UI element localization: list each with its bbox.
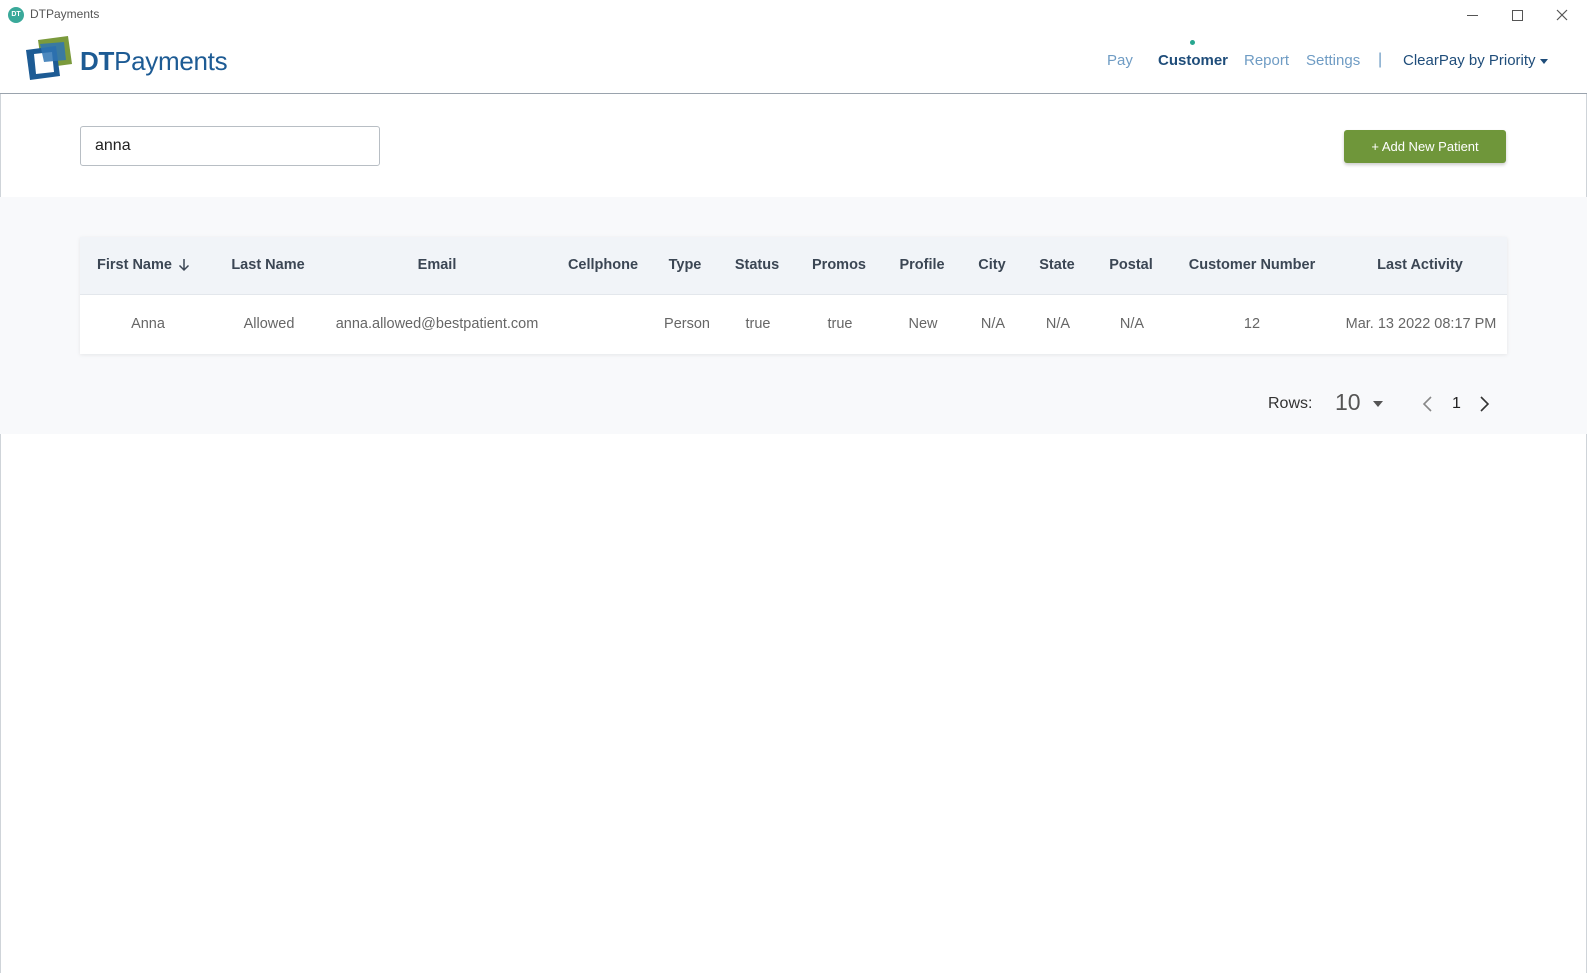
app-header: DTPayments Pay Customer Report Settings … bbox=[0, 30, 1587, 94]
close-icon bbox=[1556, 9, 1568, 21]
cell-promos: true bbox=[827, 316, 853, 332]
window-titlebar: DT DTPayments bbox=[0, 0, 1587, 30]
nav-customer[interactable]: Customer bbox=[1158, 52, 1228, 69]
nav-report[interactable]: Report bbox=[1244, 52, 1289, 69]
current-page-number[interactable]: 1 bbox=[1452, 395, 1461, 413]
cell-profile: New bbox=[908, 316, 938, 332]
column-header-profile[interactable]: Profile bbox=[899, 257, 944, 273]
column-header-status[interactable]: Status bbox=[735, 257, 779, 273]
column-header-first-name[interactable]: First Name bbox=[97, 257, 190, 273]
cell-first-name: Anna bbox=[131, 316, 165, 332]
logo-mark-icon bbox=[26, 36, 72, 80]
column-header-label: First Name bbox=[97, 257, 172, 273]
cell-last-activity: Mar. 13 2022 08:17 PM bbox=[1345, 316, 1497, 332]
rows-per-page-label: Rows: bbox=[1268, 395, 1313, 412]
cell-status: true bbox=[745, 316, 771, 332]
search-input[interactable] bbox=[80, 126, 380, 166]
minimize-icon bbox=[1466, 14, 1478, 16]
chevron-right-icon[interactable] bbox=[1476, 394, 1492, 414]
close-button[interactable] bbox=[1548, 4, 1576, 26]
column-header-promos[interactable]: Promos bbox=[812, 257, 866, 273]
cell-email: anna.allowed@bestpatient.com bbox=[335, 316, 539, 332]
column-header-last-name[interactable]: Last Name bbox=[231, 257, 304, 273]
logo-text: DTPayments bbox=[80, 46, 228, 77]
column-header-postal[interactable]: Postal bbox=[1109, 257, 1153, 273]
window-title: DTPayments bbox=[30, 7, 100, 21]
add-new-patient-button[interactable]: + Add New Patient bbox=[1344, 130, 1506, 163]
column-header-email[interactable]: Email bbox=[418, 257, 457, 273]
logo-text-bold: DT bbox=[80, 46, 115, 76]
sort-arrow-down-icon[interactable] bbox=[178, 258, 190, 272]
column-header-state[interactable]: State bbox=[1039, 257, 1074, 273]
minimize-button[interactable] bbox=[1458, 4, 1486, 26]
cell-postal: N/A bbox=[1119, 316, 1145, 332]
maximize-button[interactable] bbox=[1503, 4, 1531, 26]
cell-city: N/A bbox=[980, 316, 1006, 332]
app-icon: DT bbox=[8, 7, 24, 23]
column-header-cellphone[interactable]: Cellphone bbox=[568, 257, 638, 273]
column-header-city[interactable]: City bbox=[978, 257, 1005, 273]
maximize-icon bbox=[1511, 9, 1523, 21]
caret-down-icon[interactable] bbox=[1373, 401, 1383, 407]
dtpayments-logo[interactable]: DTPayments bbox=[24, 36, 244, 82]
caret-down-icon[interactable] bbox=[1540, 59, 1548, 64]
window-border-left bbox=[0, 0, 1, 973]
merchant-selector[interactable]: ClearPay by Priority bbox=[1403, 52, 1536, 69]
chevron-left-icon[interactable] bbox=[1420, 394, 1436, 414]
column-header-last-activity[interactable]: Last Activity bbox=[1377, 257, 1463, 273]
cell-state: N/A bbox=[1045, 316, 1071, 332]
rows-per-page-select[interactable]: 10 bbox=[1335, 389, 1361, 416]
nav-active-indicator bbox=[1190, 40, 1195, 45]
nav-separator: | bbox=[1378, 51, 1383, 68]
cell-last-name: Allowed bbox=[243, 316, 295, 332]
logo-text-rest: Payments bbox=[114, 46, 228, 76]
nav-pay[interactable]: Pay bbox=[1107, 52, 1133, 69]
table-row[interactable]: Anna Allowed anna.allowed@bestpatient.co… bbox=[80, 295, 1507, 354]
column-header-type[interactable]: Type bbox=[669, 257, 702, 273]
cell-customer-number: 12 bbox=[1243, 316, 1261, 332]
table-header: First Name Last Name Email Cellphone Typ… bbox=[80, 237, 1507, 295]
nav-settings[interactable]: Settings bbox=[1306, 52, 1360, 69]
cell-type: Person bbox=[664, 316, 710, 332]
column-header-customer-number[interactable]: Customer Number bbox=[1189, 257, 1316, 273]
customer-table: First Name Last Name Email Cellphone Typ… bbox=[80, 237, 1507, 354]
